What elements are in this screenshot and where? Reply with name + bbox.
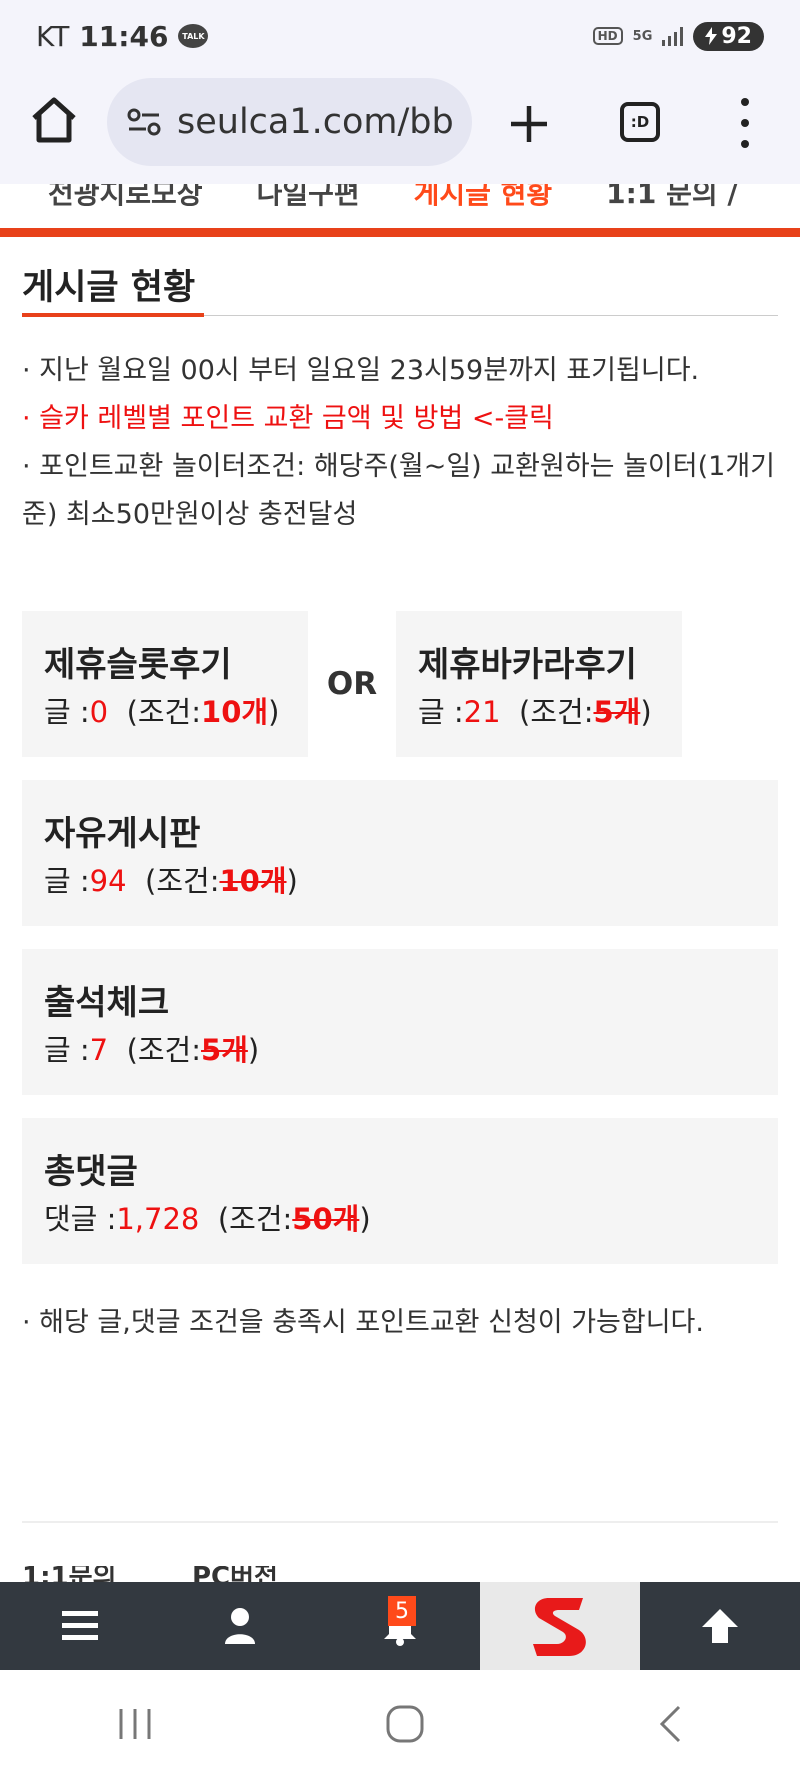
main-content: 게시글 현황 · 지난 월요일 00시 부터 일요일 23시59분까지 표기됩니… [22,237,778,1339]
address-bar[interactable]: seulca1.com/bb [107,78,472,166]
notification-badge: 5 [388,1596,416,1626]
card-title: 자유게시판 [44,814,201,854]
tab-switcher-button[interactable]: :D [620,102,660,142]
card-attendance: 출석체크 글 :7 (조건:5개) [22,949,778,1095]
home-nav-icon[interactable] [385,1704,425,1744]
network-5g-icon: 5G [632,28,653,44]
scroll-top-button[interactable] [640,1582,800,1670]
battery-level: 92 [721,23,752,49]
nav-item[interactable]: 1:1 문의 / [606,184,737,212]
section-divider [22,1521,778,1523]
new-tab-icon[interactable] [505,100,553,148]
site-bottom-bar: 5 [0,1582,800,1670]
cond-suffix: ) [640,695,652,729]
carrier-label: KT [36,19,70,53]
post-status-cards: 제휴슬롯후기 글 :0 (조건:10개) OR 제휴바카라후기 글 :21 (조… [22,611,778,1264]
cond-suffix: ) [286,864,298,898]
browser-toolbar: seulca1.com/bb :D [0,72,800,184]
exchange-footnote: · 해당 글,댓글 조건을 충족시 포인트교환 신청이 가능합니다. [22,1307,704,1338]
site-logo[interactable] [480,1582,640,1670]
exchange-guide-link[interactable]: · 슬카 레벨별 포인트 교환 금액 및 방법 <-클릭 [22,395,778,443]
card-title: 제휴슬롯후기 [44,645,232,685]
card-baccarat-review: 제휴바카라후기 글 :21 (조건:5개) [396,611,682,757]
card-slot-review: 제휴슬롯후기 글 :0 (조건:10개) [22,611,308,757]
cond-prefix: (조건: [126,695,202,729]
card-free-board: 자유게시판 글 :94 (조건:10개) [22,780,778,926]
inquiry-link[interactable]: 1:1문의 [22,1566,116,1582]
post-count: 7 [89,1033,109,1067]
notice-item: · 포인트교환 놀이터조건: 해당주(월~일) 교환원하는 놀이터(1개기준) … [22,451,775,530]
clock: 11:46 [79,19,169,53]
signal-strength-icon [662,26,684,46]
notice-list: · 지난 월요일 00시 부터 일요일 23시59분까지 표기됩니다. · 슬카… [22,347,778,539]
notifications-button[interactable]: 5 [320,1582,480,1670]
required-count: 5개 [593,695,641,729]
required-count: 10개 [219,864,287,898]
recent-apps-icon[interactable] [115,1707,155,1741]
back-icon[interactable] [655,1704,685,1744]
footer-links: 1:1문의 PC버전 [22,1566,782,1582]
site-settings-icon[interactable] [127,107,161,137]
post-count: 0 [89,695,109,729]
more-options-icon[interactable] [738,98,752,148]
cond-suffix: ) [359,1202,371,1236]
title-underline [22,313,778,317]
cond-prefix: (조건: [145,864,220,898]
cond-suffix: ) [247,1033,260,1067]
pc-version-link[interactable]: PC버전 [192,1566,278,1582]
count-label: 댓글 : [44,1202,117,1236]
home-icon[interactable] [28,94,80,146]
cond-prefix: (조건: [126,1033,202,1067]
charging-bolt-icon [705,27,718,45]
count-label: 글 : [44,1033,90,1067]
cond-suffix: ) [268,695,280,729]
card-title: 제휴바카라후기 [418,645,637,685]
slotcar-s-logo-icon [533,1598,586,1656]
required-count: 50개 [292,1202,360,1236]
count-label: 글 : [44,864,90,898]
system-navigation-bar [0,1670,800,1778]
hamburger-menu-icon [62,1611,98,1640]
card-title: 출석체크 [44,983,170,1023]
hd-voice-icon: HD [592,27,623,45]
nav-divider [0,228,800,237]
count-label: 글 : [44,695,90,729]
profile-button[interactable] [160,1582,320,1670]
notice-item: · 지난 월요일 00시 부터 일요일 23시59분까지 표기됩니다. [22,355,700,386]
comment-count: 1,728 [116,1202,200,1236]
required-count: 5개 [201,1033,248,1067]
nav-item-active[interactable]: 게시글 현황 [414,184,553,212]
cond-prefix: (조건: [217,1202,293,1236]
section-nav: 전광지로모상 나일구편 게시글 현황 1:1 문의 / [0,184,800,228]
menu-button[interactable] [0,1582,160,1670]
or-separator: OR [326,666,378,702]
post-count: 21 [463,695,501,729]
cond-prefix: (조건: [519,695,594,729]
url-text[interactable]: seulca1.com/bb [177,102,454,142]
post-count: 94 [89,864,127,898]
card-total-comments: 총댓글 댓글 :1,728 (조건:50개) [22,1118,778,1264]
nav-item[interactable]: 전광지로모상 [48,184,203,212]
required-count: 10개 [201,695,269,729]
count-label: 글 : [418,695,464,729]
nav-item[interactable]: 나일구편 [257,184,360,212]
status-bar: KT 11:46 TALK HD 5G 92 [0,0,800,72]
card-title: 총댓글 [44,1152,138,1192]
kakaotalk-notification-icon: TALK [178,24,209,48]
page-title: 게시글 현황 [22,268,196,308]
arrow-up-icon [702,1609,738,1643]
user-icon [225,1608,255,1644]
battery-indicator: 92 [693,21,764,51]
